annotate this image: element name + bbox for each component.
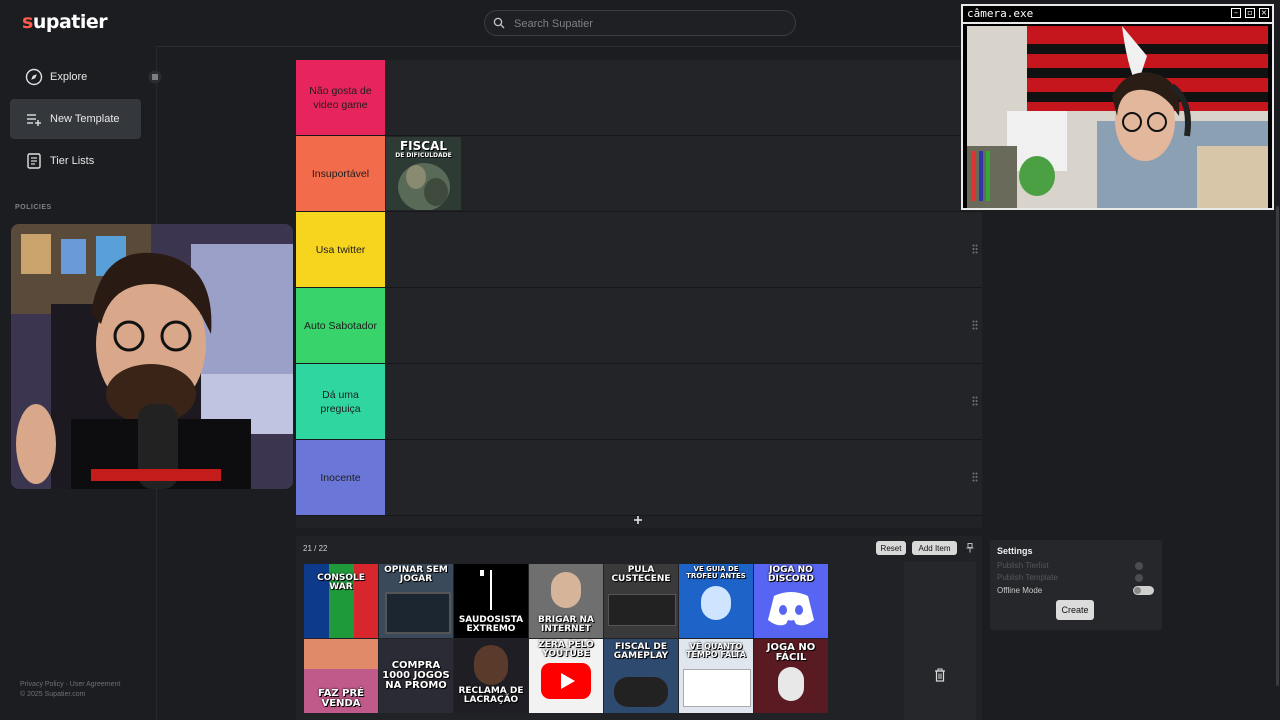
item-pool: 21 / 22 Reset Add Item CONSOLE WAR OPINA… xyxy=(296,536,982,720)
camera-feed xyxy=(967,26,1268,208)
item-caption: BRIGAR NA INTERNET xyxy=(537,615,595,634)
item-caption: FISCAL DE GAMEPLAY xyxy=(613,642,669,661)
search-box[interactable] xyxy=(484,10,796,36)
item-count: 21 / 22 xyxy=(303,544,328,553)
item-subcaption: DE DIFICULDADE xyxy=(395,152,452,159)
tier-label[interactable]: Usa twitter xyxy=(296,212,385,287)
tier-row[interactable]: Auto Sabotador xyxy=(296,288,982,364)
policies-heading: POLICIES xyxy=(15,204,52,211)
publish-tierlist-toggle[interactable] xyxy=(1135,562,1143,570)
offline-mode-label: Offline Mode xyxy=(997,586,1043,595)
item-caption: FAZ PRÉ VENDA xyxy=(317,688,364,709)
logo-text: upatier xyxy=(32,11,108,33)
publish-tierlist-label: Publish Tierlist xyxy=(997,561,1049,570)
item-caption: CONSOLE WAR xyxy=(317,573,365,592)
pin-icon[interactable] xyxy=(966,543,974,553)
pool-item[interactable]: FISCAL DE GAMEPLAY xyxy=(604,639,678,713)
item-caption: JOGA NO DISCORD xyxy=(768,565,814,584)
sidebar-item-explore[interactable]: Explore xyxy=(10,57,141,97)
logo-mark: s xyxy=(22,11,33,33)
tier-row[interactable]: Não gosta de video game xyxy=(296,60,982,136)
pool-item[interactable]: BRIGAR NA INTERNET xyxy=(529,564,603,638)
pool-item[interactable]: PULA CUSTECENE xyxy=(604,564,678,638)
camera-title-bar[interactable]: câmera.exe – ▫ × xyxy=(963,6,1272,24)
item-caption: SAUDOSISTA EXTREMO xyxy=(458,615,524,634)
trash-drop-zone[interactable] xyxy=(904,562,976,720)
item-caption: OPINAR SEM JOGAR xyxy=(384,565,448,584)
drag-handle-icon[interactable] xyxy=(972,396,978,406)
search-icon xyxy=(493,17,505,29)
camera-feed-image xyxy=(967,26,1268,208)
youtube-icon xyxy=(541,663,591,699)
item-caption: FISCAL xyxy=(399,139,448,153)
logo[interactable]: supatier xyxy=(22,11,108,33)
webcam-overlay xyxy=(11,224,293,489)
copyright: © 2025 Supatier.com xyxy=(20,691,86,698)
drag-handle-icon[interactable] xyxy=(972,472,978,482)
create-button[interactable]: Create xyxy=(1056,600,1094,620)
search-input[interactable] xyxy=(512,14,786,34)
reset-button[interactable]: Reset xyxy=(876,541,906,555)
item-caption: COMPRA 1000 JOGOS NA PROMO xyxy=(382,660,450,691)
item-caption: ZERA PELO YOUTUBE xyxy=(538,640,594,659)
pool-item[interactable]: FAZ PRÉ VENDA xyxy=(304,639,378,713)
sidebar-item-label: Explore xyxy=(50,71,88,83)
pool-item[interactable]: CONSOLE WAR xyxy=(304,564,378,638)
streamer-webcam-image xyxy=(11,224,293,489)
drag-handle-icon[interactable] xyxy=(972,244,978,254)
camera-window: câmera.exe – ▫ × xyxy=(961,4,1274,210)
tier-label[interactable]: Dá uma preguiça xyxy=(296,364,385,439)
scrollbar-thumb[interactable] xyxy=(1276,206,1279,686)
page-scrollbar[interactable] xyxy=(1275,46,1280,720)
sidebar-item-tier-lists[interactable]: Tier Lists xyxy=(10,141,141,181)
pool-item[interactable]: JOGA NO DISCORD xyxy=(754,564,828,638)
policy-links[interactable]: Privacy Policy · User Agreement xyxy=(20,680,120,690)
settings-panel: Settings Publish Tierlist Publish Templa… xyxy=(990,540,1162,630)
pool-item[interactable]: VÊ QUANTO TEMPO FALTA xyxy=(679,639,753,713)
tier-row[interactable]: Usa twitter xyxy=(296,212,982,288)
add-item-button[interactable]: Add Item xyxy=(912,541,957,555)
trash-icon xyxy=(935,668,945,682)
tier-item-fiscal-de-dificuldade[interactable]: FISCAL DE DIFICULDADE xyxy=(386,137,461,210)
newspaper-icon xyxy=(27,153,41,169)
item-caption: VÊ QUANTO TEMPO FALTA xyxy=(686,642,746,659)
tier-label[interactable]: Não gosta de video game xyxy=(296,60,385,135)
pool-item[interactable]: VE GUIA DE TROFEU ANTES xyxy=(679,564,753,638)
close-icon[interactable]: × xyxy=(1259,8,1269,18)
tier-row[interactable]: Insuportável FISCAL DE DIFICULDADE xyxy=(296,136,982,212)
settings-title: Settings xyxy=(997,546,1033,556)
list-plus-icon xyxy=(27,114,41,126)
pool-item[interactable]: COMPRA 1000 JOGOS NA PROMO xyxy=(379,639,453,713)
add-tier-icon[interactable] xyxy=(632,514,644,526)
tier-row[interactable]: Dá uma preguiça xyxy=(296,364,982,440)
pool-item[interactable]: JOGA NO FÁCIL xyxy=(754,639,828,713)
tier-label[interactable]: Insuportável xyxy=(296,136,385,211)
hamburger-icon[interactable] xyxy=(148,70,162,84)
pool-item[interactable]: OPINAR SEM JOGAR xyxy=(379,564,453,638)
item-caption: PULA CUSTECENE xyxy=(611,565,671,584)
compass-icon xyxy=(25,68,43,86)
offline-mode-toggle[interactable] xyxy=(1133,586,1154,595)
discord-icon xyxy=(768,592,814,626)
sidebar-item-label: New Template xyxy=(50,113,120,125)
pool-item[interactable]: SAUDOSISTA EXTREMO xyxy=(454,564,528,638)
sidebar-item-new-template[interactable]: New Template xyxy=(10,99,141,139)
sidebar-item-label: Tier Lists xyxy=(50,155,95,167)
sidebar-footer: Privacy Policy · User Agreement © 2025 S… xyxy=(20,680,120,700)
tier-label[interactable]: Inocente xyxy=(296,440,385,515)
pool-item[interactable]: RECLAMA DE LACRAÇÃO xyxy=(454,639,528,713)
tier-row[interactable]: Inocente xyxy=(296,440,982,516)
item-caption: JOGA NO FÁCIL xyxy=(766,642,816,663)
maximize-icon[interactable]: ▫ xyxy=(1245,8,1255,18)
drag-handle-icon[interactable] xyxy=(972,320,978,330)
camera-window-title: câmera.exe xyxy=(967,7,1034,20)
publish-template-toggle[interactable] xyxy=(1135,574,1143,582)
item-caption: VE GUIA DE TROFEU ANTES xyxy=(686,565,746,580)
tier-label[interactable]: Auto Sabotador xyxy=(296,288,385,363)
item-caption: RECLAMA DE LACRAÇÃO xyxy=(458,686,524,705)
publish-template-label: Publish Template xyxy=(997,573,1058,582)
pool-item[interactable]: ZERA PELO YOUTUBE xyxy=(529,639,603,713)
tier-list: Não gosta de video game Insuportável FIS… xyxy=(296,60,982,528)
minimize-icon[interactable]: – xyxy=(1231,8,1241,18)
